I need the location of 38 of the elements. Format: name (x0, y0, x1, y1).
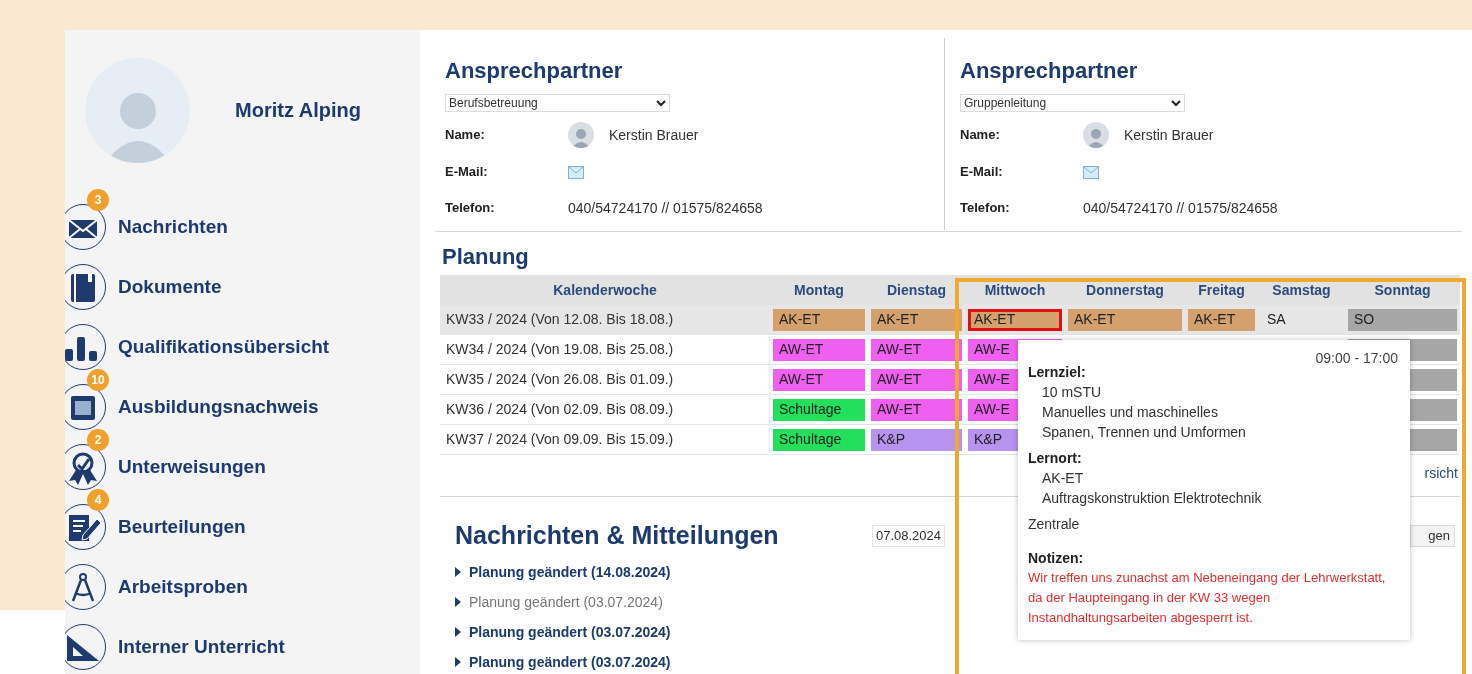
table-cell: KW33 / 2024 (Von 12.08. Bis 18.08.) (440, 305, 770, 334)
table-cell: KW34 / 2024 (Von 19.08. Bis 25.08.) (440, 335, 770, 364)
field-label: Name: (960, 126, 1001, 145)
phone-number: 040/54724170 // 01575/824658 (568, 198, 763, 218)
column-header: Kalenderwoche (552, 280, 658, 300)
section-heading: Nachrichten & Mitteilungen (455, 520, 779, 552)
table-cell: KW35 / 2024 (Von 26.08. Bis 01.09.) (440, 365, 770, 394)
notification-badge: 2 (87, 429, 109, 451)
section-heading: Planung (441, 244, 530, 270)
user-name: Moritz Alping (235, 98, 361, 123)
tooltip-text: Auftragskonstruktion Elektrotechnik (1041, 489, 1263, 508)
field-label: E-Mail: (960, 163, 1004, 182)
contact-name: Kerstin Brauer (1124, 125, 1214, 145)
column-header: Mittwoch (983, 280, 1047, 300)
tooltip-heading: Notizen: (1028, 549, 1085, 568)
field-label: Telefon: (445, 199, 496, 218)
notes-text: Wir treffen uns zunachst am Nebeneingang der Lehrwerkstatt, da der Haupteingang in der KW 33 wegen Instandhaltungsarbeiten abgesperrt ist. (1028, 569, 1387, 627)
column-header: Dienstag (885, 280, 948, 300)
column-header: Donnerstag (1085, 280, 1165, 300)
section-heading: Ansprechpartner (960, 58, 1139, 84)
field-label: E-Mail: (445, 163, 489, 182)
column-header: Samstag (1271, 280, 1332, 300)
column-header: Sonntag (1373, 280, 1432, 300)
section-heading: Ansprechpartner (445, 58, 624, 84)
notification-badge: 3 (87, 189, 109, 211)
field-label: Telefon: (960, 199, 1011, 218)
tooltip-text: AK-ET (1041, 469, 1085, 488)
table-cell: KW36 / 2024 (Von 02.09. Bis 08.09.) (440, 395, 770, 424)
column-header: Montag (793, 280, 845, 300)
field-label: Name: (445, 126, 486, 145)
notification-badge: 10 (87, 369, 109, 391)
location-text: Zentrale (1028, 515, 1081, 534)
notification-badge: 4 (87, 489, 109, 511)
column-header: Freitag (1197, 280, 1246, 300)
phone-number: 040/54724170 // 01575/824658 (1083, 198, 1278, 218)
contact-name: Kerstin Brauer (609, 125, 699, 145)
time-range: 09:00 - 17:00 (1315, 349, 1398, 368)
table-cell: KW37 / 2024 (Von 09.09. Bis 15.09.) (440, 425, 770, 454)
